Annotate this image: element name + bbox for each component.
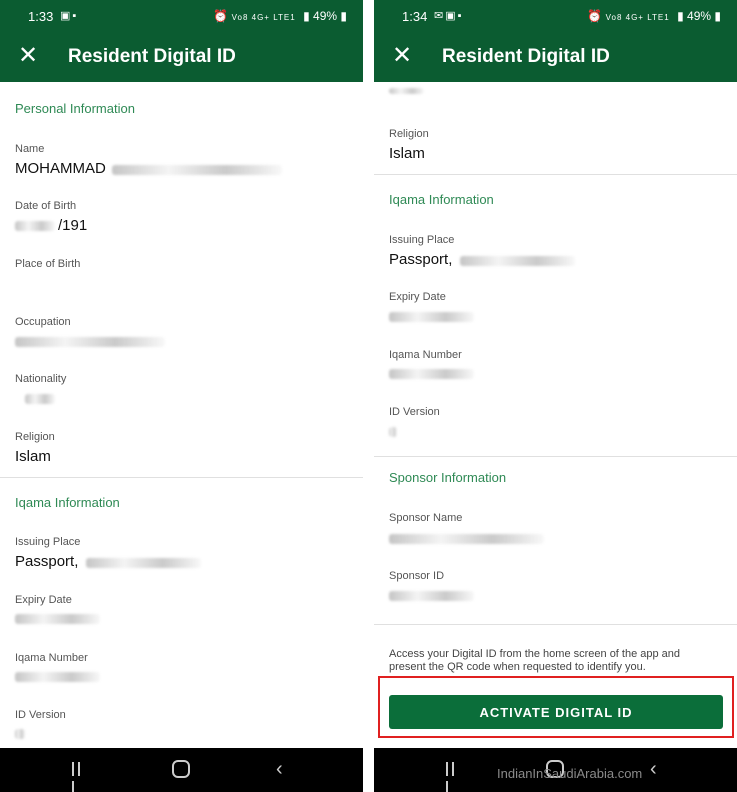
redacted-iqama-number <box>389 369 474 379</box>
right-phone-screen: 1:34 ✉▣▪ ⏰ Vo8 4G+ LTE1 ▮ 49% ▮ ✕ Reside… <box>374 0 737 792</box>
sponsor-name-label: Sponsor Name <box>389 512 463 524</box>
redacted-id-version <box>389 427 397 437</box>
section-divider <box>374 456 737 457</box>
activate-digital-id-button[interactable]: ACTIVATE DIGITAL ID <box>389 695 723 729</box>
name-value: MOHAMMAD <box>15 160 106 177</box>
battery-icon: ▮ <box>714 9 721 23</box>
status-bar: 1:34 ✉▣▪ ⏰ Vo8 4G+ LTE1 ▮ 49% ▮ <box>374 0 737 32</box>
dob-label: Date of Birth <box>15 200 77 212</box>
redacted-name <box>112 165 282 175</box>
redacted-expiry-date <box>15 614 100 624</box>
network-indicator: Vo8 4G+ LTE1 <box>231 13 296 22</box>
name-label: Name <box>15 143 45 155</box>
section-sponsor-information: Sponsor Information <box>389 470 507 485</box>
redacted-sponsor-name <box>389 534 544 544</box>
page-title: Resident Digital ID <box>68 46 236 67</box>
nationality-label: Nationality <box>15 373 67 385</box>
sponsor-id-label: Sponsor ID <box>389 570 445 582</box>
recents-icon[interactable] <box>446 762 462 792</box>
info-text: Access your Digital ID from the home scr… <box>389 648 681 673</box>
battery-level: 49% <box>687 9 712 23</box>
issuing-place-value: Passport, <box>15 553 79 570</box>
redacted-expiry-date <box>389 312 474 322</box>
redacted-issuing-place <box>460 256 575 266</box>
app-bar: ✕ Resident Digital ID <box>374 32 737 82</box>
religion-label: Religion <box>15 431 55 443</box>
alarm-icon: ⏰ <box>587 9 603 23</box>
status-right: ⏰ Vo8 4G+ LTE1 ▮ 49% ▮ <box>587 9 721 23</box>
redacted-issuing-place <box>86 558 201 568</box>
notification-icons: ▣▪ <box>60 10 79 22</box>
redacted-dob <box>15 221 55 231</box>
expiry-date-label: Expiry Date <box>389 291 446 303</box>
status-right: ⏰ Vo8 4G+ LTE1 ▮ 49% ▮ <box>213 9 347 23</box>
religion-value: Islam <box>15 448 51 465</box>
occupation-label: Occupation <box>15 316 71 328</box>
home-icon[interactable] <box>172 760 190 778</box>
expiry-date-label: Expiry Date <box>15 594 72 606</box>
section-iqama-information: Iqama Information <box>15 495 120 510</box>
network-indicator: Vo8 4G+ LTE1 <box>605 13 670 22</box>
redacted-scrolled-value <box>389 88 424 94</box>
redacted-sponsor-id <box>389 591 474 601</box>
pob-label: Place of Birth <box>15 258 81 270</box>
system-nav-bar: ‹ <box>0 748 363 792</box>
redacted-nationality <box>25 394 55 404</box>
redacted-occupation <box>15 337 165 347</box>
status-bar: 1:33 ▣▪ ⏰ Vo8 4G+ LTE1 ▮ 49% ▮ <box>0 0 363 32</box>
page-title: Resident Digital ID <box>442 46 610 67</box>
left-phone-screen: 1:33 ▣▪ ⏰ Vo8 4G+ LTE1 ▮ 49% ▮ ✕ Residen… <box>0 0 363 792</box>
close-icon[interactable]: ✕ <box>18 43 38 69</box>
section-personal-information: Personal Information <box>15 101 135 116</box>
dob-value: /191 <box>58 217 88 234</box>
back-icon[interactable]: ‹ <box>650 758 657 781</box>
watermark: IndianInSaudiArabia.com <box>497 766 643 781</box>
close-icon[interactable]: ✕ <box>392 43 412 69</box>
section-divider <box>374 624 737 625</box>
notification-icons: ✉▣▪ <box>434 10 464 22</box>
signal-icon: ▮ <box>677 9 684 23</box>
back-icon[interactable]: ‹ <box>276 758 283 781</box>
app-bar: ✕ Resident Digital ID <box>0 32 363 82</box>
battery-icon: ▮ <box>340 9 347 23</box>
section-divider <box>374 174 737 175</box>
religion-label: Religion <box>389 128 429 140</box>
section-iqama-information: Iqama Information <box>389 192 494 207</box>
religion-value: Islam <box>389 145 425 162</box>
issuing-place-label: Issuing Place <box>389 234 455 246</box>
iqama-number-label: Iqama Number <box>389 349 462 361</box>
section-divider <box>0 477 363 478</box>
recents-icon[interactable] <box>72 762 88 792</box>
redacted-iqama-number <box>15 672 100 682</box>
issuing-place-value: Passport, <box>389 251 453 268</box>
issuing-place-label: Issuing Place <box>15 536 81 548</box>
alarm-icon: ⏰ <box>213 9 229 23</box>
id-version-label: ID Version <box>389 406 440 418</box>
iqama-number-label: Iqama Number <box>15 652 88 664</box>
redacted-id-version <box>15 729 25 739</box>
status-time: 1:33 <box>28 9 54 24</box>
battery-level: 49% <box>313 9 338 23</box>
status-time: 1:34 <box>402 9 428 24</box>
id-version-label: ID Version <box>15 709 66 721</box>
signal-icon: ▮ <box>303 9 310 23</box>
